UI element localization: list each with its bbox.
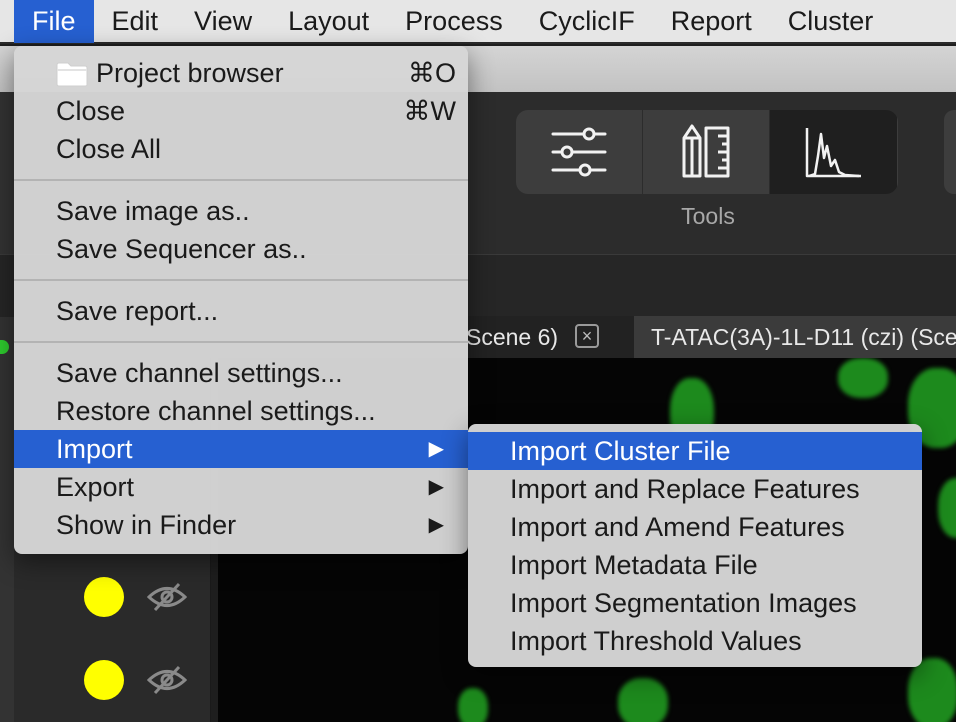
menu-item-label: Export (56, 472, 135, 502)
menu-edit[interactable]: Edit (94, 0, 177, 43)
menu-item-show-in-finder[interactable]: Show in Finder ▶ (14, 506, 468, 544)
submenu-item-import-replace-features[interactable]: Import and Replace Features (468, 470, 922, 508)
menu-layout[interactable]: Layout (270, 0, 387, 43)
menu-item-label: Close All (56, 134, 162, 164)
menu-item-label: Save Sequencer as.. (56, 234, 307, 264)
submenu-item-import-cluster-file[interactable]: Import Cluster File (468, 432, 922, 470)
menu-process[interactable]: Process (387, 0, 521, 43)
tab-scene-6[interactable]: Scene 6) (466, 316, 634, 358)
cell-blob (458, 688, 488, 722)
submenu-item-import-segmentation-images[interactable]: Import Segmentation Images (468, 584, 922, 622)
eye-hidden-icon[interactable] (147, 582, 187, 612)
menu-item-save-image[interactable]: Save image as.. (14, 192, 468, 230)
menu-item-close[interactable]: Close ⌘W (14, 92, 468, 130)
menu-separator (14, 341, 468, 343)
menu-item-restore-channel-settings[interactable]: Restore channel settings... (14, 392, 468, 430)
menu-item-label: Save channel settings... (56, 358, 343, 388)
menu-item-close-all[interactable]: Close All (14, 130, 468, 168)
cell-blob (618, 678, 668, 722)
menu-item-save-channel-settings[interactable]: Save channel settings... (14, 354, 468, 392)
channel-color-swatch[interactable] (84, 577, 124, 617)
tab-t-atac[interactable]: T-ATAC(3A)-1L-D11 (czi) (Scene (634, 316, 956, 358)
menu-item-label: Save image as.. (56, 196, 250, 226)
menu-item-label: Show in Finder (56, 510, 237, 540)
left-strip (0, 92, 14, 722)
submenu-item-import-amend-features[interactable]: Import and Amend Features (468, 508, 922, 546)
tool-button-annotate[interactable] (643, 110, 770, 194)
menu-cluster[interactable]: Cluster (770, 0, 892, 43)
cell-blob (838, 358, 888, 398)
submenu-item-import-threshold-values[interactable]: Import Threshold Values (468, 622, 922, 660)
menu-item-label: Close (56, 96, 126, 126)
toolbar-right-group[interactable] (944, 110, 956, 194)
cell-blob (938, 478, 956, 538)
menu-item-shortcut: ⌘O (407, 58, 456, 88)
menu-item-label: Import (56, 434, 133, 464)
menu-item-label: Save report... (56, 296, 219, 326)
menu-report[interactable]: Report (653, 0, 770, 43)
cell-blob (908, 658, 956, 722)
channel-color-swatch[interactable] (84, 660, 124, 700)
submenu-arrow-icon: ▶ (428, 438, 444, 460)
eye-hidden-icon[interactable] (147, 665, 187, 695)
menu-cyclicif[interactable]: CyclicIF (521, 0, 653, 43)
menu-file[interactable]: File (14, 0, 94, 43)
submenu-arrow-icon: ▶ (428, 476, 444, 498)
menu-separator (14, 179, 468, 181)
menu-item-save-sequencer[interactable]: Save Sequencer as.. (14, 230, 468, 268)
menu-item-save-report[interactable]: Save report... (14, 292, 468, 330)
histogram-icon (805, 128, 861, 178)
import-submenu: Import Cluster File Import and Replace F… (468, 424, 922, 667)
tools-caption: Tools (681, 203, 735, 229)
menu-item-import[interactable]: Import ▶ (14, 430, 468, 468)
submenu-arrow-icon: ▶ (428, 514, 444, 536)
sliders-icon (551, 127, 607, 177)
tools-segmented-control (516, 110, 898, 194)
menu-item-label: Project browser (96, 58, 284, 88)
menu-item-project-browser[interactable]: Project browser ⌘O (14, 54, 468, 92)
tool-button-histogram[interactable] (770, 110, 897, 194)
menu-view[interactable]: View (176, 0, 270, 43)
pencil-ruler-icon (682, 124, 730, 178)
tool-button-adjustments[interactable] (516, 110, 643, 194)
menu-item-export[interactable]: Export ▶ (14, 468, 468, 506)
submenu-item-import-metadata-file[interactable]: Import Metadata File (468, 546, 922, 584)
folder-icon (56, 62, 88, 87)
menu-item-shortcut: ⌘W (403, 96, 456, 126)
file-menu-dropdown: Project browser ⌘O Close ⌘W Close All Sa… (14, 46, 468, 554)
menu-item-label: Restore channel settings... (56, 396, 376, 426)
menu-separator (14, 279, 468, 281)
tab-close-icon[interactable]: × (575, 324, 599, 348)
menu-bar: File Edit View Layout Process CyclicIF R… (0, 0, 956, 44)
